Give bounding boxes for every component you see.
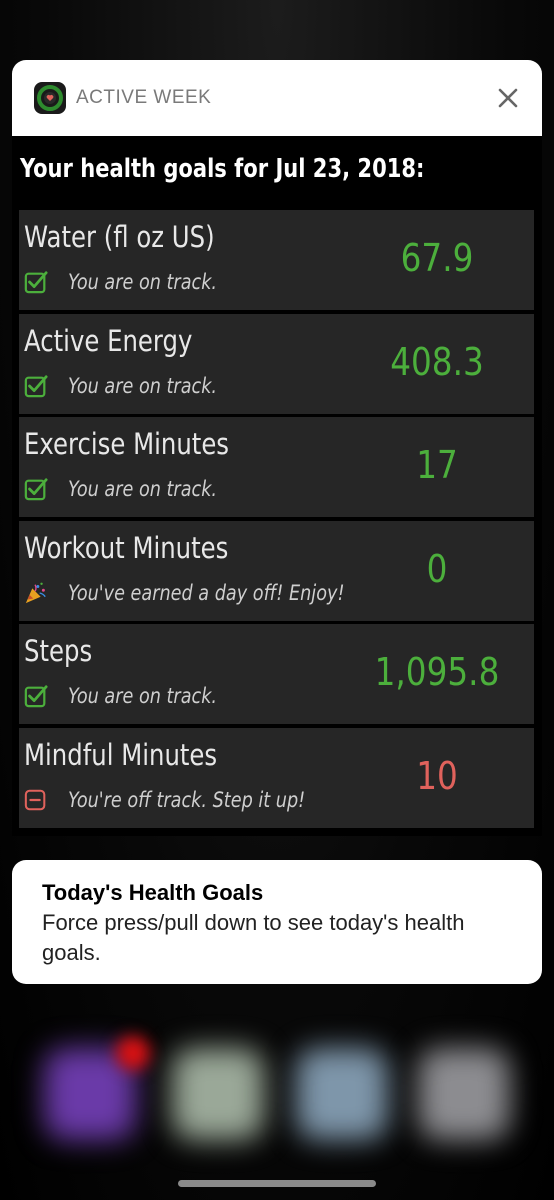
notification-header: ACTIVE WEEK [12, 60, 542, 136]
goal-value: 17 [416, 443, 458, 487]
party-popper-icon [24, 581, 48, 605]
goal-name: Active Energy [24, 323, 193, 358]
goal-status: You've earned a day off! Enjoy! [24, 579, 397, 607]
goal-value: 408.3 [390, 339, 484, 384]
goal-row: Steps You are on track. 1,095.8 [19, 624, 534, 724]
goal-row: Workout Minutes You've earned a day off! … [19, 520, 534, 621]
app-name: ACTIVE WEEK [76, 87, 212, 108]
goal-value: 0 [426, 546, 448, 591]
checkbox-minus-icon [24, 788, 48, 812]
checkbox-check-icon [24, 684, 48, 708]
goal-status: You are on track. [24, 268, 245, 296]
goal-row: Active Energy You are on track. 408.3 [19, 313, 534, 414]
goal-status-text: You are on track. [68, 270, 218, 294]
goal-status: You are on track. [24, 475, 245, 503]
notification-body: Force press/pull down to see today's hea… [42, 910, 465, 965]
notification-card[interactable]: Today's Health Goals Force press/pull do… [12, 860, 542, 984]
app-icon [34, 82, 66, 114]
dock-blurred [0, 1000, 554, 1200]
dock-app-3 [296, 1048, 388, 1140]
goal-name: Workout Minutes [24, 530, 229, 565]
goal-status: You are on track. [24, 372, 245, 400]
goals-panel: Your health goals for Jul 23, 2018: Wate… [12, 136, 542, 836]
goal-value: 1,095.8 [374, 650, 500, 694]
goal-value: 67.9 [400, 236, 474, 280]
checkbox-check-icon [24, 477, 48, 501]
goal-status-text: You are on track. [68, 477, 218, 501]
close-button[interactable] [492, 82, 524, 114]
dock-app-2 [172, 1048, 264, 1140]
checkbox-check-icon [24, 374, 48, 398]
goal-status: You are on track. [24, 682, 245, 710]
goal-status-text: You've earned a day off! Enjoy! [68, 580, 345, 605]
close-icon [498, 88, 518, 108]
goal-name: Mindful Minutes [24, 737, 218, 772]
home-indicator[interactable] [178, 1180, 376, 1187]
goal-status: You're off track. Step it up! [24, 786, 350, 814]
goal-row: Water (fl oz US) You are on track. 67.9 [19, 210, 534, 310]
goal-row: Exercise Minutes You are on track. 17 [19, 417, 534, 517]
notification-badge [116, 1036, 150, 1070]
goal-name: Water (fl oz US) [24, 220, 215, 254]
notification-title: Today's Health Goals [42, 880, 264, 905]
dock-app-4 [418, 1048, 510, 1140]
goal-name: Steps [24, 634, 93, 668]
goal-name: Exercise Minutes [24, 427, 230, 461]
goal-status-text: You are on track. [68, 373, 218, 398]
goals-title: Your health goals for Jul 23, 2018: [20, 154, 425, 184]
goal-status-text: You are on track. [68, 684, 218, 708]
goal-row: Mindful Minutes You're off track. Step it… [19, 727, 534, 828]
goal-status-text: You're off track. Step it up! [68, 787, 306, 812]
goal-value: 10 [416, 753, 458, 798]
checkbox-check-icon [24, 270, 48, 294]
